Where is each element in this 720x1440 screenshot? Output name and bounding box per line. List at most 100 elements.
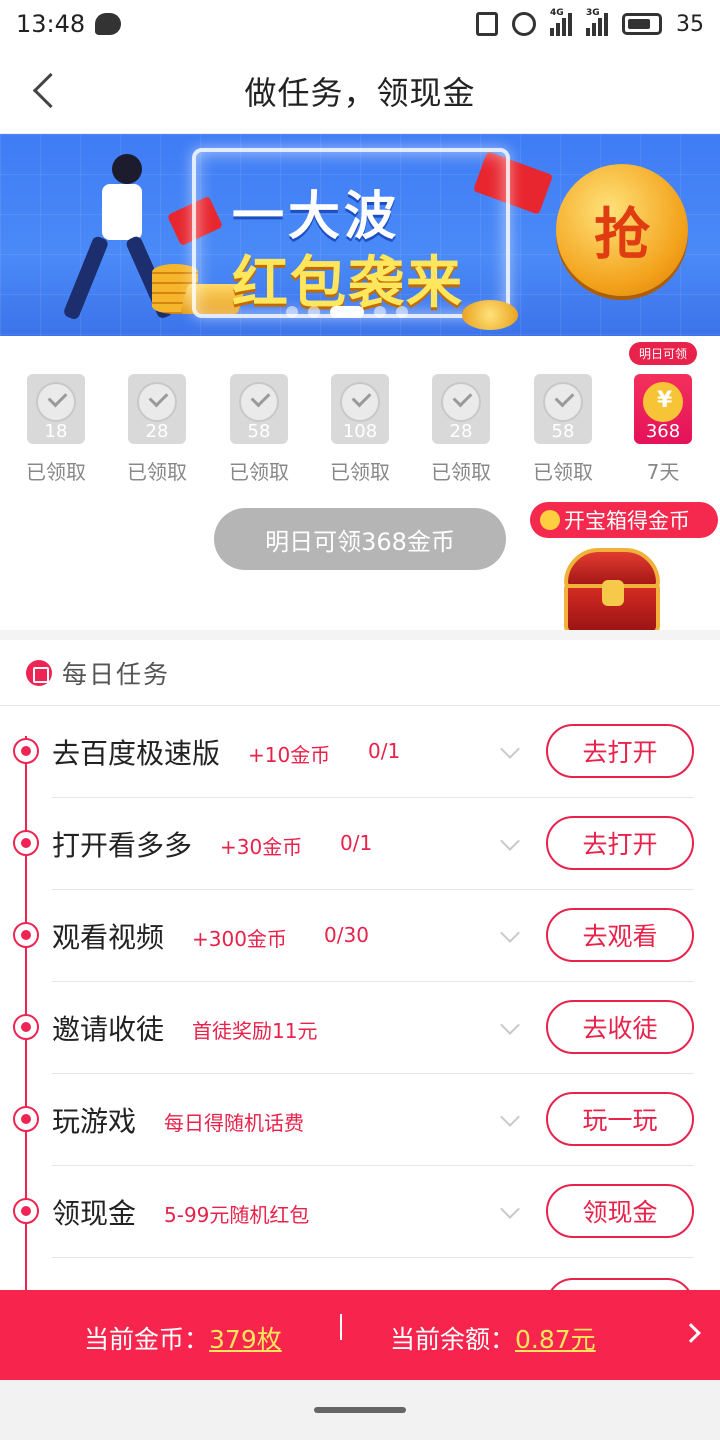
task-name: 邀请收徒	[52, 1013, 165, 1046]
system-nav-bar	[0, 1380, 720, 1440]
checkin-amount: 58	[247, 421, 271, 442]
chevron-down-icon[interactable]	[500, 1015, 520, 1035]
task-action-button[interactable]	[546, 1278, 694, 1290]
task-action-button[interactable]: 玩一玩	[546, 1092, 694, 1146]
message-icon	[95, 13, 122, 35]
status-time: 13:48	[16, 10, 86, 38]
checkin-status: 已领取	[533, 460, 593, 484]
task-progress: 0/30	[324, 923, 369, 947]
back-arrow-icon[interactable]	[28, 72, 62, 112]
checkin-day-1: 18 已领取	[26, 374, 86, 485]
user-icon	[13, 1014, 39, 1040]
lightning-icon	[13, 738, 39, 764]
checkin-day-3: 58 已领取	[229, 374, 289, 485]
coins-value[interactable]: 379枚	[209, 1325, 282, 1354]
summary-divider	[340, 1314, 342, 1340]
task-row: 邀请收徒 首徒奖励11元 去收徒	[0, 982, 720, 1074]
section-title: 每日任务	[62, 659, 171, 689]
task-row-partial	[0, 1258, 720, 1290]
task-progress: 0/1	[340, 831, 373, 855]
play-icon	[13, 922, 39, 948]
section-divider	[0, 630, 720, 640]
wallet-summary-bar[interactable]: 当前金币：379枚 当前余额：0.87元	[0, 1290, 720, 1380]
checkin-day-7: 明日可领 368 7天	[628, 342, 698, 485]
checkin-amount: 18	[44, 421, 68, 442]
checkin-status: 已领取	[431, 460, 491, 484]
checkin-day-5: 28 已领取	[431, 374, 491, 485]
checkin-status: 已领取	[229, 460, 289, 484]
coins-label: 当前金币：	[84, 1325, 210, 1354]
promo-banner[interactable]: 一大波 红包袭来 抢	[0, 134, 720, 336]
treasure-chest-icon[interactable]	[560, 548, 664, 640]
task-row: 领现金 5-99元随机红包 领现金	[0, 1166, 720, 1258]
checkin-day-4: 108 已领取	[330, 374, 390, 485]
chevron-down-icon[interactable]	[500, 1199, 520, 1219]
home-indicator[interactable]	[314, 1407, 406, 1413]
task-list: 去百度极速版 +10金币 0/1 去打开 打开看多多 +30金币 0/1 去打开…	[0, 706, 720, 1290]
coins-summary: 当前金币：379枚	[84, 1320, 282, 1356]
battery-level: 35	[676, 11, 704, 37]
task-name: 观看视频	[52, 921, 165, 954]
task-action-button[interactable]: 去打开	[546, 816, 694, 870]
task-action-button[interactable]: 去收徒	[546, 1000, 694, 1054]
carousel-dot	[308, 306, 320, 318]
task-action-button[interactable]: 领现金	[546, 1184, 694, 1238]
checkin-status: 7天	[646, 460, 680, 484]
alarm-icon	[512, 12, 536, 36]
task-row: 观看视频 +300金币 0/30 去观看	[0, 890, 720, 982]
page-title: 做任务，领现金	[244, 73, 476, 112]
daily-tasks-header: 每日任务	[0, 640, 720, 706]
chevron-down-icon[interactable]	[500, 923, 520, 943]
task-action-button[interactable]: 去打开	[546, 724, 694, 778]
claim-coins-button[interactable]: 明日可领368金币	[214, 508, 506, 570]
chevron-down-icon[interactable]	[500, 739, 520, 759]
status-bar: 13:48 4G 3G 35	[0, 0, 720, 48]
carousel-dot	[396, 306, 408, 318]
checkin-amount: 58	[551, 421, 575, 442]
chevron-right-icon[interactable]	[681, 1323, 701, 1343]
grab-coin-label: 抢	[594, 202, 650, 268]
battery-icon	[622, 13, 662, 35]
task-reward: +30金币	[220, 835, 303, 859]
balance-value[interactable]: 0.87元	[515, 1325, 596, 1354]
checkin-amount: 28	[449, 421, 473, 442]
task-row: 玩游戏 每日得随机话费 玩一玩	[0, 1074, 720, 1166]
net-type-label: 3G	[586, 8, 600, 18]
yuan-coin-icon	[643, 382, 683, 422]
task-reward: +300金币	[192, 927, 287, 951]
task-reward: +10金币	[248, 743, 331, 767]
tomorrow-tag: 明日可领	[628, 342, 698, 365]
coin-icon	[540, 510, 560, 530]
gamepad-icon	[13, 1106, 39, 1132]
vibrate-icon	[476, 12, 498, 36]
app-header: 做任务，领现金	[0, 48, 720, 134]
task-name: 领现金	[52, 1197, 137, 1230]
checkin-amount: 28	[145, 421, 169, 442]
carousel-dot	[374, 306, 386, 318]
checkin-day-6: 58 已领取	[533, 374, 593, 485]
check-icon	[36, 382, 76, 422]
chevron-down-icon[interactable]	[500, 1107, 520, 1127]
task-name: 打开看多多	[52, 829, 193, 862]
checkin-status: 已领取	[330, 460, 390, 484]
task-progress: 0/1	[368, 739, 401, 763]
task-name: 去百度极速版	[52, 737, 221, 770]
open-chest-badge[interactable]: 开宝箱得金币	[530, 502, 718, 538]
chevron-down-icon[interactable]	[500, 831, 520, 851]
balance-label: 当前余额：	[390, 1325, 516, 1354]
wallet-icon	[13, 1198, 39, 1224]
check-icon	[543, 382, 583, 422]
checkin-status: 已领取	[127, 460, 187, 484]
carousel-dot	[286, 306, 298, 318]
task-row: 打开看多多 +30金币 0/1 去打开	[0, 798, 720, 890]
eye-icon	[13, 830, 39, 856]
signal-4g-icon: 4G	[550, 8, 572, 36]
balance-summary: 当前余额：0.87元	[390, 1320, 596, 1356]
signal-3g-icon: 3G	[586, 8, 608, 36]
grab-coin-button[interactable]: 抢	[556, 164, 688, 296]
check-icon	[137, 382, 177, 422]
task-action-button[interactable]: 去观看	[546, 908, 694, 962]
checkin-status: 已领取	[26, 460, 86, 484]
checkin-amount: 108	[342, 421, 378, 442]
coin-icon	[462, 300, 518, 330]
